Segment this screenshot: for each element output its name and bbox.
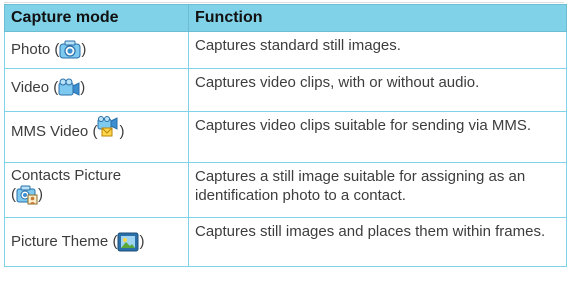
capture-mode-label: MMS Video (11, 123, 89, 140)
table-row: Contacts Picture ( ) Captures a still im… (4, 162, 567, 218)
paren-close: ) (38, 186, 43, 203)
capture-mode-cell: Video ( ) (4, 68, 189, 112)
contacts-picture-icon (16, 185, 38, 205)
paren-close: ) (119, 123, 125, 140)
table-row: MMS Video ( ) Captures video clips suita… (4, 111, 567, 163)
function-cell: Captures standard still images. (188, 31, 567, 69)
paren-close: ) (81, 40, 87, 58)
table-row: Video ( ) Captures video clips, with or … (4, 68, 567, 112)
page-top-edge (4, 0, 564, 3)
picture-theme-icon (117, 232, 139, 252)
function-cell: Captures video clips suitable for sendin… (188, 111, 567, 163)
capture-mode-label: Picture Theme (11, 232, 109, 250)
capture-mode-label: Video (11, 79, 50, 96)
capture-mode-table: Capture mode Function Photo ( ) Captures… (4, 4, 567, 267)
column-header-capture-mode: Capture mode (4, 4, 189, 32)
capture-mode-cell: MMS Video ( ) (4, 111, 189, 163)
function-cell: Captures a still image suitable for assi… (188, 162, 567, 218)
capture-mode-cell: Picture Theme ( ) (4, 217, 189, 267)
table-header-row: Capture mode Function (4, 4, 567, 32)
capture-mode-cell: Contacts Picture ( ) (4, 162, 189, 218)
table-row: Photo ( ) Captures standard still images… (4, 31, 567, 69)
capture-mode-label: Contacts Picture (11, 167, 122, 184)
mms-video-icon (97, 116, 119, 137)
camera-icon (59, 40, 81, 60)
function-cell: Captures video clips, with or without au… (188, 68, 567, 112)
capture-mode-cell: Photo ( ) (4, 31, 189, 69)
capture-mode-label: Photo (11, 40, 51, 58)
table-row: Picture Theme ( ) Captures still images … (4, 217, 567, 267)
video-camera-icon (58, 78, 80, 98)
paren-close: ) (139, 232, 145, 250)
paren-close: ) (80, 79, 86, 96)
column-header-function: Function (188, 4, 567, 32)
function-cell: Captures still images and places them wi… (188, 217, 567, 267)
